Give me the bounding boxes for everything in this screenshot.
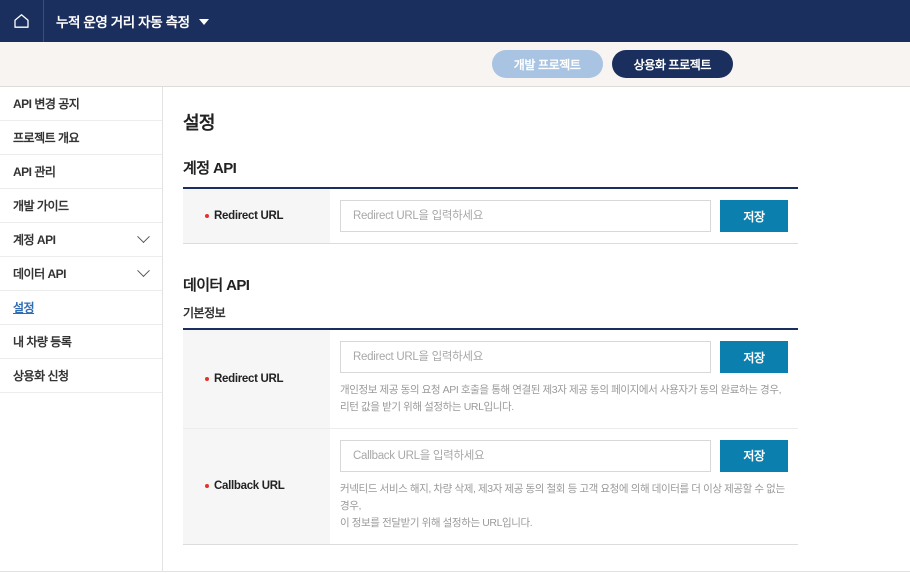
sidebar-item-label: 데이터 API: [13, 267, 66, 281]
data-redirect-url-input[interactable]: [340, 341, 711, 373]
body-container: API 변경 공지 프로젝트 개요 API 관리 개발 가이드 계정 API 데…: [0, 87, 910, 572]
tab-prod-project[interactable]: 상용화 프로젝트: [611, 50, 733, 78]
sidebar-item-label: 개발 가이드: [13, 199, 69, 213]
page-title: 설정: [183, 113, 215, 133]
top-navigation-bar: 누적 운영 거리 자동 측정: [0, 0, 910, 42]
chevron-down-icon: [137, 264, 150, 278]
section-account-api: 계정 API Redirect URL 저장: [183, 157, 910, 244]
field-description: 커넥티드 서비스 해지, 차량 삭제, 제3자 제공 동의 철회 등 고객 요청…: [340, 481, 788, 533]
table-row: Redirect URL 저장: [183, 189, 798, 243]
data-callback-url-input[interactable]: [340, 439, 711, 472]
sidebar-item-label: 상용화 신청: [13, 369, 69, 383]
section-title-data-api: 데이터 API: [183, 277, 250, 294]
table-row: Redirect URL 저장 개인정보 제공 동의 요청 API 호출을 통해…: [183, 330, 798, 429]
caret-down-icon: [198, 19, 209, 25]
project-title: 누적 운영 거리 자동 측정: [56, 15, 190, 30]
sidebar-item-commercialization-request[interactable]: 상용화 신청: [0, 359, 162, 393]
sidebar-item-label: 계정 API: [13, 233, 56, 247]
sidebar-item-label: 설정: [13, 301, 35, 315]
sidebar-item-dev-guide[interactable]: 개발 가이드: [0, 189, 162, 223]
required-dot-icon: [205, 214, 209, 218]
required-dot-icon: [205, 376, 209, 381]
subsection-title-basic-info: 기본정보: [183, 306, 226, 320]
field-row: 저장: [340, 439, 788, 472]
required-dot-icon: [205, 484, 209, 489]
sidebar-item-label: 프로젝트 개요: [13, 131, 80, 145]
data-api-form-table: Redirect URL 저장 개인정보 제공 동의 요청 API 호출을 통해…: [183, 328, 798, 545]
field-label: Redirect URL: [214, 210, 284, 222]
field-label-cell: Redirect URL: [183, 330, 330, 428]
save-button[interactable]: 저장: [720, 200, 788, 232]
field-label-cell: Callback URL: [183, 428, 330, 544]
sidebar-navigation: API 변경 공지 프로젝트 개요 API 관리 개발 가이드 계정 API 데…: [0, 87, 163, 572]
project-tab-strip: 개발 프로젝트 상용화 프로젝트: [0, 42, 910, 87]
field-input-cell: 저장 커넥티드 서비스 해지, 차량 삭제, 제3자 제공 동의 철회 등 고객…: [330, 429, 798, 544]
sidebar-item-account-api[interactable]: 계정 API: [0, 223, 162, 257]
field-description: 개인정보 제공 동의 요청 API 호출을 통해 연결된 제3자 제공 동의 페…: [340, 382, 788, 417]
description-line-1: 커넥티드 서비스 해지, 차량 삭제, 제3자 제공 동의 철회 등 고객 요청…: [340, 482, 785, 512]
project-selector[interactable]: 누적 운영 거리 자동 측정: [44, 11, 209, 31]
sidebar-item-data-api[interactable]: 데이터 API: [0, 257, 162, 291]
field-input-cell: 저장 개인정보 제공 동의 요청 API 호출을 통해 연결된 제3자 제공 동…: [330, 330, 798, 428]
table-row: Callback URL 저장 커넥티드 서비스 해지, 차량 삭제, 제3자 …: [183, 428, 798, 544]
chevron-down-icon: [137, 230, 150, 244]
save-button[interactable]: 저장: [720, 439, 788, 472]
sidebar-item-my-vehicle-registration[interactable]: 내 차량 등록: [0, 325, 162, 359]
home-icon: [13, 13, 30, 29]
sidebar-item-api-management[interactable]: API 관리: [0, 155, 162, 189]
sidebar-item-label: API 변경 공지: [13, 97, 80, 111]
field-label-cell: Redirect URL: [183, 189, 330, 243]
field-label: Callback URL: [214, 480, 285, 493]
field-input-cell: 저장: [330, 189, 798, 243]
sidebar-item-label: 내 차량 등록: [13, 335, 72, 349]
section-data-api: 데이터 API 기본정보 Redirect URL 저장: [183, 274, 910, 545]
home-button[interactable]: [0, 0, 44, 42]
sidebar-item-project-overview[interactable]: 프로젝트 개요: [0, 121, 162, 155]
main-content: 설정 계정 API Redirect URL 저장: [163, 87, 910, 572]
description-line-1: 개인정보 제공 동의 요청 API 호출을 통해 연결된 제3자 제공 동의 페…: [340, 384, 782, 396]
description-line-2: 리턴 값을 받기 위해 설정하는 URL입니다.: [340, 401, 514, 414]
section-title-account-api: 계정 API: [183, 160, 237, 177]
field-row: 저장: [340, 341, 788, 373]
app-window: 누적 운영 거리 자동 측정 개발 프로젝트 상용화 프로젝트 API 변경 공…: [0, 0, 910, 573]
tab-dev-project[interactable]: 개발 프로젝트: [491, 50, 603, 78]
save-button[interactable]: 저장: [720, 341, 788, 373]
field-row: 저장: [340, 200, 788, 232]
account-api-form-table: Redirect URL 저장: [183, 187, 798, 244]
sidebar-item-api-change-notice[interactable]: API 변경 공지: [0, 87, 162, 121]
field-label: Redirect URL: [214, 372, 284, 385]
account-redirect-url-input[interactable]: [340, 200, 711, 232]
description-line-2: 이 정보를 전달받기 위해 설정하는 URL입니다.: [340, 517, 533, 530]
sidebar-item-label: API 관리: [13, 165, 56, 179]
sidebar-item-settings[interactable]: 설정: [0, 291, 162, 325]
